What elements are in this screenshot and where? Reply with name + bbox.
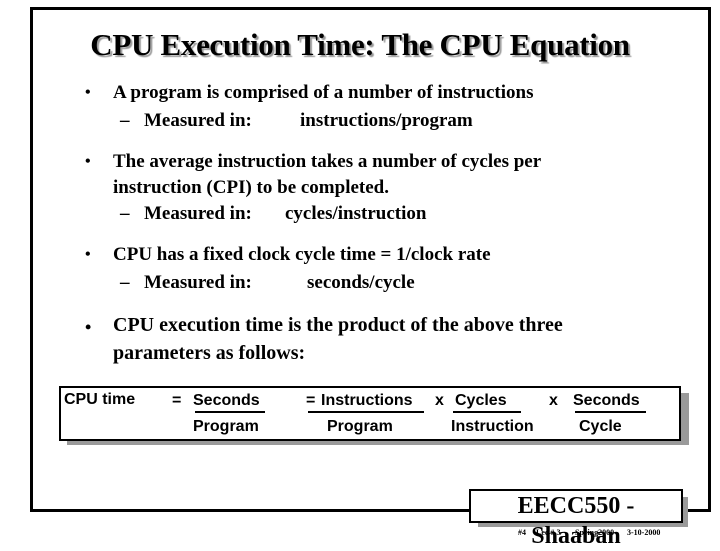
- fraction-2-numerator: Instructions: [321, 392, 413, 409]
- bullet-2-text-line2: instruction (CPI) to be completed.: [113, 177, 389, 198]
- fraction-1-numerator: Seconds: [193, 392, 260, 409]
- fraction-1-denominator: Program: [193, 418, 259, 435]
- slide-title: CPU Execution Time: The CPU Equation: [90, 27, 630, 62]
- fraction-2-denominator: Program: [327, 418, 393, 435]
- bullet-3-sub-label: Measured in:: [144, 272, 252, 293]
- fraction-3-bar: [453, 411, 521, 413]
- footer-term: Spring2000: [575, 528, 615, 537]
- bullet-4-text-line2: parameters as follows:: [113, 342, 306, 364]
- bullet-1-sub-label: Measured in:: [144, 110, 252, 131]
- bullet-icon: •: [85, 84, 91, 101]
- bullet-1-sub-value: instructions/program: [300, 110, 473, 131]
- fraction-4-denominator: Cycle: [579, 418, 622, 435]
- bullet-3-text: CPU has a fixed clock cycle time = 1/clo…: [113, 244, 491, 265]
- bullet-icon: •: [85, 246, 91, 263]
- fraction-1-bar: [195, 411, 265, 413]
- footer-slide-number: #4: [518, 528, 526, 537]
- footer-date: 3-10-2000: [627, 528, 661, 537]
- bullet-icon: •: [85, 317, 92, 337]
- bullet-2-sub-value: cycles/instruction: [285, 203, 427, 224]
- equation-lhs: CPU time: [64, 391, 136, 408]
- fraction-4-bar: [575, 411, 646, 413]
- bullet-4-text-line1: CPU execution time is the product of the…: [113, 314, 563, 336]
- times-sign-1: x: [435, 392, 444, 409]
- fraction-4-numerator: Seconds: [573, 392, 640, 409]
- footer-lecture: Lec # 3: [536, 528, 561, 537]
- bullet-2-sub-label: Measured in:: [144, 203, 252, 224]
- equation-equals-2: =: [306, 392, 316, 409]
- times-sign-2: x: [549, 392, 558, 409]
- dash-icon: –: [120, 203, 130, 224]
- equation-equals-1: =: [172, 392, 182, 409]
- dash-icon: –: [120, 272, 130, 293]
- fraction-3-denominator: Instruction: [451, 418, 534, 435]
- fraction-3-numerator: Cycles: [455, 392, 507, 409]
- footer-course-box: EECC550 - Shaaban: [469, 489, 683, 549]
- bullet-1-text: A program is comprised of a number of in…: [113, 82, 534, 103]
- bullet-2-text-line1: The average instruction takes a number o…: [113, 151, 542, 172]
- fraction-2-bar: [308, 411, 424, 413]
- bullet-3-sub-value: seconds/cycle: [307, 272, 415, 293]
- dash-icon: –: [120, 110, 130, 131]
- bullet-icon: •: [85, 153, 91, 170]
